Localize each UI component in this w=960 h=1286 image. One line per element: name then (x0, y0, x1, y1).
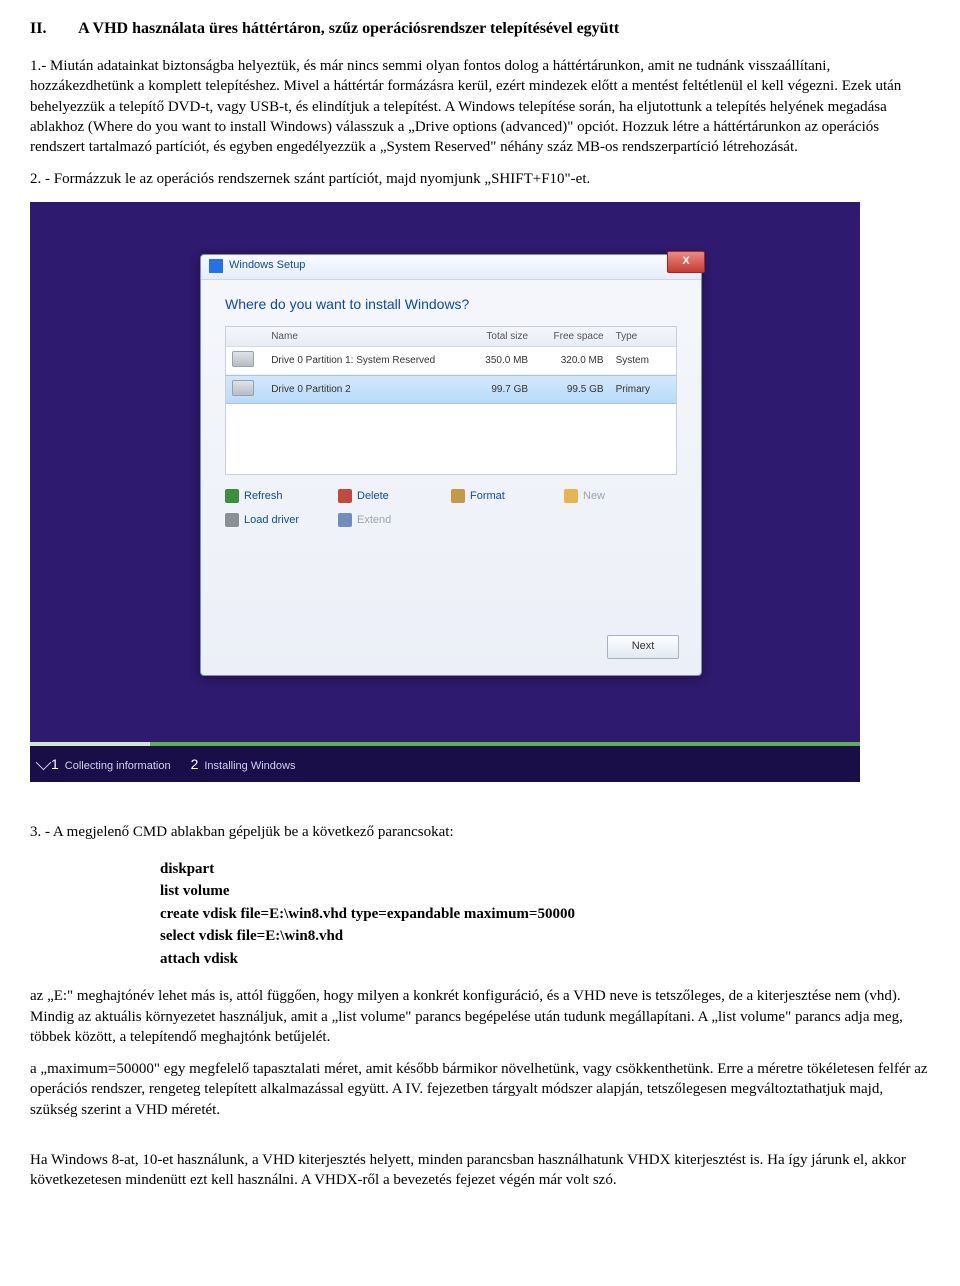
new-icon (564, 489, 578, 503)
format-label: Format (470, 490, 505, 502)
refresh-link[interactable]: Refresh (225, 489, 338, 503)
command-block: diskpart list volume create vdisk file=E… (160, 858, 930, 971)
row-name: Drive 0 Partition 2 (265, 380, 458, 399)
next-button[interactable]: Next (607, 635, 679, 659)
table-empty-space (226, 404, 676, 474)
load-driver-icon (225, 513, 239, 527)
titlebar: Windows Setup X (201, 255, 701, 280)
disk-icon (232, 380, 254, 396)
row-name: Drive 0 Partition 1: System Reserved (265, 351, 458, 370)
windows-setup-screenshot: Windows Setup X Where do you want to ins… (30, 202, 860, 782)
cmd-line: attach vdisk (160, 948, 930, 971)
delete-link[interactable]: Delete (338, 489, 451, 503)
paragraph-5: a „maximum=50000" egy megfelelő tapaszta… (30, 1059, 930, 1120)
new-label: New (583, 490, 605, 502)
step-1: 1Collecting information (38, 756, 171, 772)
delete-icon (338, 489, 352, 503)
refresh-label: Refresh (244, 490, 283, 502)
cmd-line: create vdisk file=E:\win8.vhd type=expan… (160, 903, 930, 926)
format-link[interactable]: Format (451, 489, 564, 503)
load-driver-label: Load driver (244, 514, 299, 526)
format-icon (451, 489, 465, 503)
extend-label: Extend (357, 514, 391, 526)
window-title: Windows Setup (229, 259, 305, 271)
setup-window: Windows Setup X Where do you want to ins… (200, 254, 702, 676)
header-total: Total size (459, 327, 534, 346)
setup-footer: 1Collecting information 2Installing Wind… (30, 746, 860, 782)
section-title: A VHD használata üres háttértáron, szűz … (78, 20, 619, 37)
paragraph-3: 3. - A megjelenő CMD ablakban gépeljük b… (30, 822, 930, 842)
paragraph-6: Ha Windows 8-at, 10-et használunk, a VHD… (30, 1150, 930, 1191)
extend-icon (338, 513, 352, 527)
row-free: 99.5 GB (534, 380, 609, 399)
step-2-label: Installing Windows (204, 760, 295, 772)
windows-logo-icon (209, 259, 223, 273)
section-number: II. (30, 20, 75, 38)
row-total: 99.7 GB (459, 380, 534, 399)
row-free: 320.0 MB (534, 351, 609, 370)
disk-icon (232, 351, 254, 367)
table-row[interactable]: Drive 0 Partition 2 99.7 GB 99.5 GB Prim… (226, 375, 676, 404)
paragraph-2: 2. - Formázzuk le az operációs rendszern… (30, 169, 930, 189)
row-type: System (610, 351, 676, 370)
delete-label: Delete (357, 490, 389, 502)
header-type: Type (610, 327, 676, 346)
disk-table: Name Total size Free space Type Drive 0 … (225, 326, 677, 475)
cmd-line: diskpart (160, 858, 930, 881)
paragraph-1: 1.- Miután adatainkat biztonságba helyez… (30, 56, 930, 157)
close-button[interactable]: X (667, 251, 705, 273)
extend-link[interactable]: Extend (338, 513, 451, 527)
paragraph-4: az „E:" meghajtónév lehet más is, attól … (30, 986, 930, 1047)
disk-table-header: Name Total size Free space Type (226, 327, 676, 347)
section-heading: II. A VHD használata üres háttértáron, s… (30, 20, 930, 38)
table-row[interactable]: Drive 0 Partition 1: System Reserved 350… (226, 347, 676, 375)
check-icon (36, 754, 52, 770)
load-driver-link[interactable]: Load driver (225, 513, 338, 527)
row-type: Primary (610, 380, 676, 399)
header-free: Free space (534, 327, 609, 346)
actions-panel: Refresh Delete Format New Load driver Ex… (225, 489, 677, 527)
setup-question: Where do you want to install Windows? (225, 296, 701, 312)
row-total: 350.0 MB (459, 351, 534, 370)
step-2: 2Installing Windows (191, 756, 296, 772)
step-1-label: Collecting information (65, 760, 171, 772)
refresh-icon (225, 489, 239, 503)
header-name: Name (265, 327, 458, 346)
cmd-line: select vdisk file=E:\win8.vhd (160, 925, 930, 948)
cmd-line: list volume (160, 880, 930, 903)
new-link[interactable]: New (564, 489, 677, 503)
